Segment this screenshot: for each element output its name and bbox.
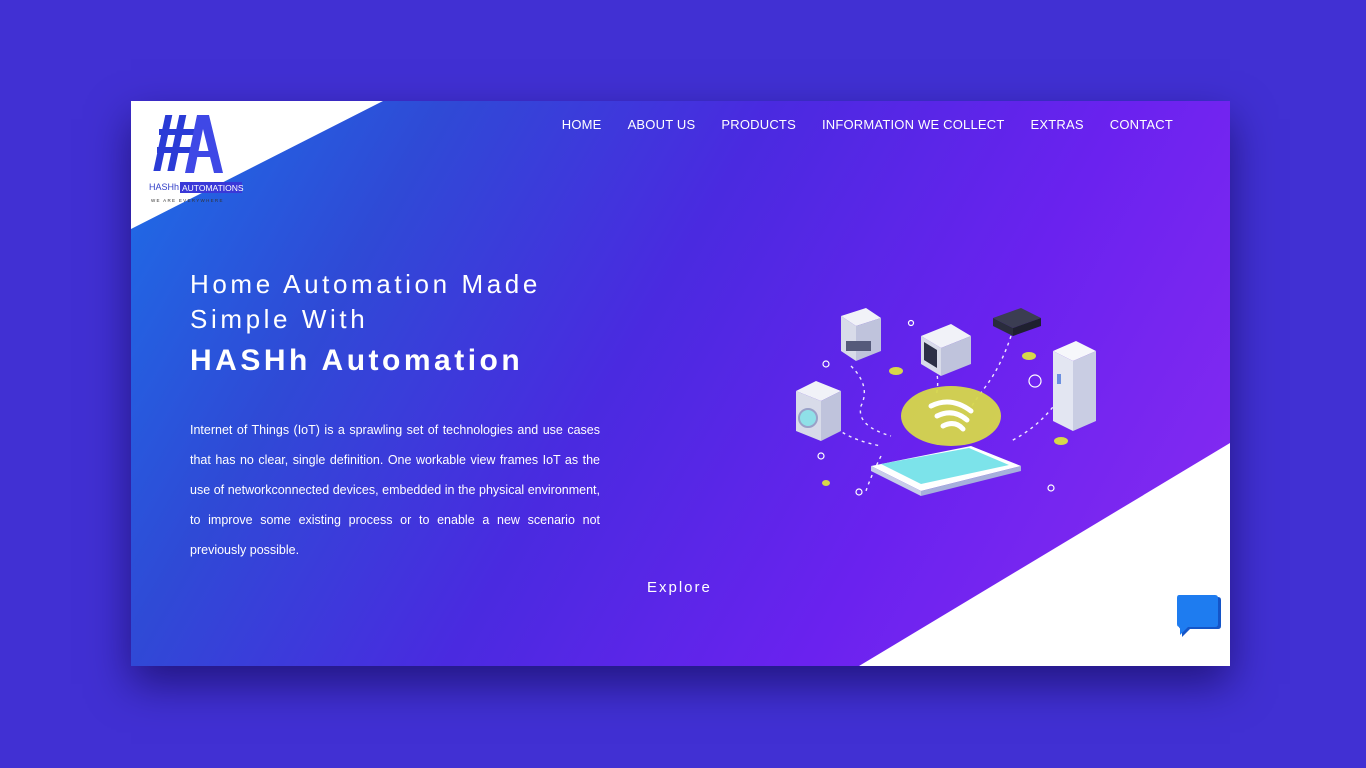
smart-home-iot-illustration-icon bbox=[796, 308, 1096, 496]
logo-hash-a-icon: HASHh AUTOMATIONS WE ARE EVERYWHERE bbox=[149, 115, 244, 203]
nav-products[interactable]: PRODUCTS bbox=[721, 117, 796, 132]
nav-about-us[interactable]: ABOUT US bbox=[628, 117, 696, 132]
hero-title: Home Automation Made Simple With bbox=[190, 267, 710, 337]
hero-title-line2: Simple With bbox=[190, 304, 369, 334]
logo-name-left: HASHh bbox=[149, 182, 179, 192]
hero-description: Internet of Things (IoT) is a sprawling … bbox=[190, 423, 600, 557]
main-nav: HOME ABOUT US PRODUCTS INFORMATION WE CO… bbox=[562, 117, 1173, 132]
explore-button[interactable]: Explore bbox=[647, 579, 712, 596]
logo-tagline: WE ARE EVERYWHERE bbox=[151, 198, 224, 203]
chat-widget-button[interactable] bbox=[1176, 593, 1222, 639]
hero-section: HASHh AUTOMATIONS WE ARE EVERYWHERE HOME… bbox=[131, 101, 1230, 666]
chat-bubble-icon bbox=[1177, 595, 1221, 637]
nav-information-we-collect[interactable]: INFORMATION WE COLLECT bbox=[822, 117, 1005, 132]
nav-home[interactable]: HOME bbox=[562, 117, 602, 132]
nav-contact[interactable]: CONTACT bbox=[1110, 117, 1173, 132]
brand-logo[interactable]: HASHh AUTOMATIONS WE ARE EVERYWHERE bbox=[145, 107, 245, 207]
hero-brand-heading: HASHh Automation bbox=[190, 344, 524, 377]
hero-title-line1: Home Automation Made bbox=[190, 269, 541, 299]
logo-name-right: AUTOMATIONS bbox=[182, 183, 244, 193]
nav-extras[interactable]: EXTRAS bbox=[1031, 117, 1084, 132]
